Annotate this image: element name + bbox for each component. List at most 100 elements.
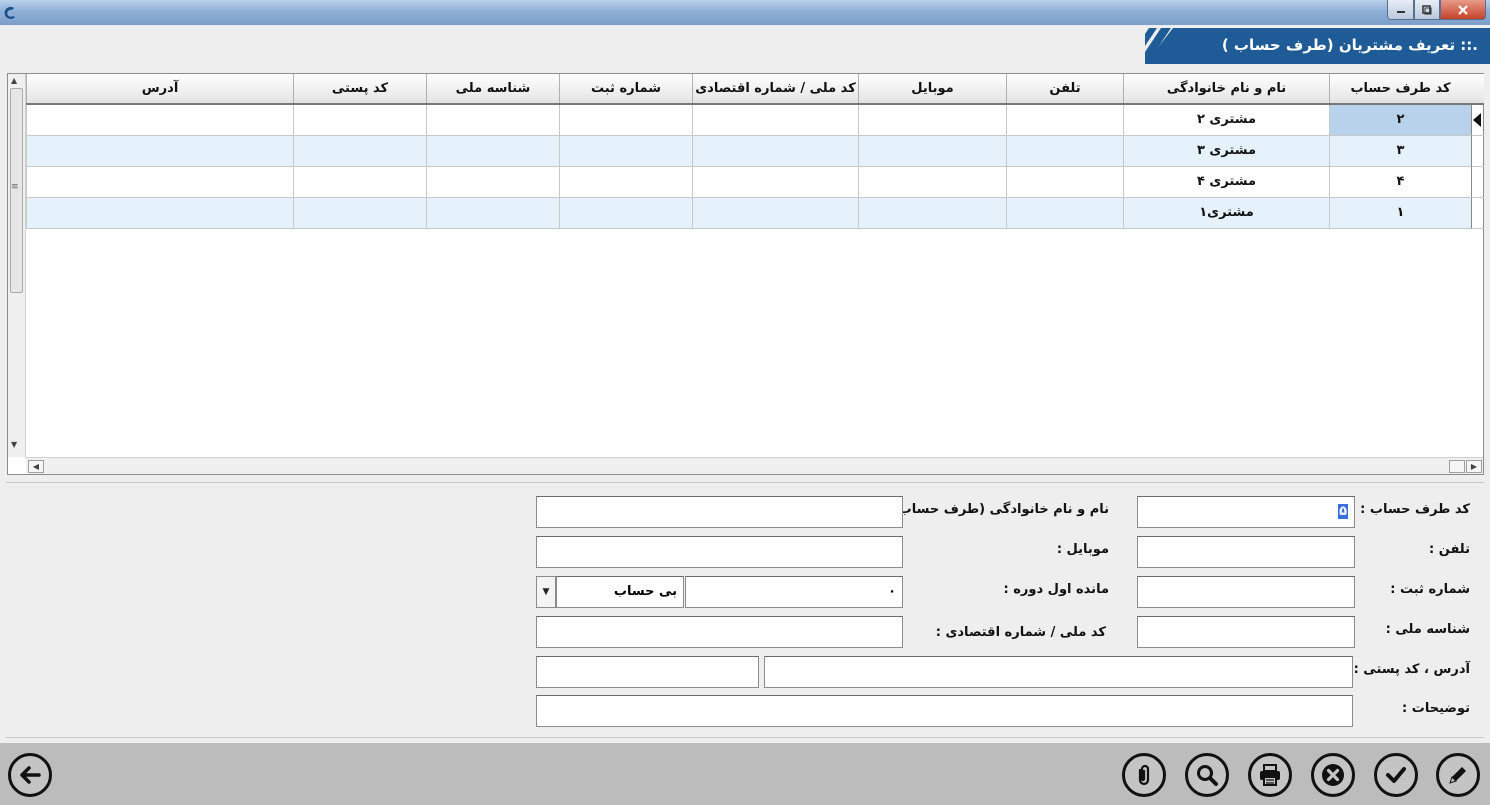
row-indicator-column (1471, 74, 1484, 229)
notes-field[interactable] (536, 695, 1353, 727)
window-controls (1387, 0, 1486, 20)
reg-no-field[interactable] (1137, 576, 1355, 608)
cell-name[interactable]: مشتری۱ (1123, 196, 1330, 229)
national-code-label: کد ملی / شماره اقتصادی : (935, 625, 1106, 640)
scroll-right-icon[interactable]: ▶ (1466, 460, 1482, 473)
cell-national-id[interactable] (426, 103, 560, 136)
cell-postal[interactable] (293, 134, 427, 167)
row-indicator-header (1471, 74, 1484, 105)
column-header[interactable]: تلفن (1006, 74, 1124, 105)
edit-icon[interactable] (1436, 753, 1480, 797)
page-title: .:: تعریف مشتریان (طرف حساب ) (1221, 36, 1478, 54)
cell-national-code[interactable] (692, 165, 859, 198)
attach-icon[interactable] (1122, 753, 1166, 797)
national-code-field[interactable] (536, 616, 903, 648)
balance-field[interactable]: ۰ (685, 576, 903, 608)
row-indicator[interactable] (1471, 167, 1484, 198)
cell-postal[interactable] (293, 196, 427, 229)
mobile-field[interactable] (536, 536, 903, 568)
column-header[interactable]: شناسه ملی (426, 74, 560, 105)
cell-phone[interactable] (1006, 165, 1124, 198)
search-icon[interactable] (1185, 753, 1229, 797)
name-field[interactable] (536, 496, 903, 528)
back-arrow-icon[interactable] (8, 753, 52, 797)
code-field[interactable]: ۵ (1137, 496, 1355, 528)
table-row[interactable]: ۱ مشتری۱ (26, 196, 1472, 229)
print-icon[interactable] (1248, 753, 1292, 797)
table-row[interactable]: ۲ مشتری ۲ (26, 103, 1472, 136)
cell-mobile[interactable] (858, 165, 1007, 198)
table-row[interactable]: ۴ مشتری ۴ (26, 165, 1472, 198)
column-header[interactable]: موبایل (858, 74, 1007, 105)
cell-reg-no[interactable] (559, 165, 693, 198)
scroll-down-icon[interactable]: ▼ (11, 440, 17, 449)
reg-no-label: شماره ثبت : (1390, 582, 1470, 597)
cell-mobile[interactable] (858, 103, 1007, 136)
cell-name[interactable]: مشتری ۲ (1123, 103, 1330, 136)
customers-table: کد طرف حساب نام و نام خانوادگی تلفن موبا… (26, 74, 1472, 229)
column-header[interactable]: کد طرف حساب (1329, 74, 1472, 105)
cancel-icon[interactable] (1311, 753, 1355, 797)
cell-postal[interactable] (293, 165, 427, 198)
row-indicator[interactable] (1471, 198, 1484, 229)
scroll-left-icon[interactable]: ◀ (28, 460, 44, 473)
national-id-field[interactable] (1137, 616, 1355, 648)
address-field[interactable] (764, 656, 1353, 688)
close-icon[interactable] (1440, 0, 1486, 20)
cell-mobile[interactable] (858, 196, 1007, 229)
page-header: .:: تعریف مشتریان (طرف حساب ) (0, 25, 1490, 67)
mobile-label: موبایل : (1056, 542, 1109, 557)
cell-code[interactable]: ۱ (1329, 196, 1472, 229)
row-indicator[interactable] (1471, 105, 1484, 136)
row-indicator[interactable] (1471, 136, 1484, 167)
postal-code-field[interactable] (536, 656, 759, 688)
balance-type-select[interactable]: بی حساب (556, 576, 684, 608)
cell-address[interactable] (26, 134, 294, 167)
phone-label: تلفن : (1429, 542, 1470, 557)
address-label: آدرس ، کد پستی : (1353, 662, 1470, 677)
current-row-arrow-icon (1473, 113, 1481, 127)
scroll-mid-button[interactable] (1449, 460, 1465, 473)
cell-address[interactable] (26, 103, 294, 136)
scroll-up-icon[interactable]: ▲ (11, 76, 17, 85)
cell-address[interactable] (26, 165, 294, 198)
cell-national-id[interactable] (426, 165, 560, 198)
cell-national-code[interactable] (692, 134, 859, 167)
column-header[interactable]: نام و نام خانوادگی (1123, 74, 1330, 105)
cell-name[interactable]: مشتری ۴ (1123, 165, 1330, 198)
chevron-down-icon[interactable]: ▼ (536, 576, 556, 608)
cell-national-code[interactable] (692, 196, 859, 229)
cell-code[interactable]: ۴ (1329, 165, 1472, 198)
column-header[interactable]: آدرس (26, 74, 294, 105)
horizontal-scrollbar[interactable]: ◀ ▶ (26, 457, 1483, 474)
cell-reg-no[interactable] (559, 196, 693, 229)
customers-grid[interactable]: ▲ ≡ ▼ کد طرف حساب نام و نام خانوادگی تلف… (7, 73, 1484, 475)
column-header[interactable]: شماره ثبت (559, 74, 693, 105)
cell-phone[interactable] (1006, 134, 1124, 167)
cell-reg-no[interactable] (559, 134, 693, 167)
cell-phone[interactable] (1006, 103, 1124, 136)
cell-phone[interactable] (1006, 196, 1124, 229)
confirm-icon[interactable] (1374, 753, 1418, 797)
cell-address[interactable] (26, 196, 294, 229)
cell-reg-no[interactable] (559, 103, 693, 136)
cell-postal[interactable] (293, 103, 427, 136)
cell-code[interactable]: ۳ (1329, 134, 1472, 167)
cell-name[interactable]: مشتری ۳ (1123, 134, 1330, 167)
minimize-icon[interactable] (1387, 0, 1414, 20)
cell-national-code[interactable] (692, 103, 859, 136)
cell-national-id[interactable] (426, 134, 560, 167)
column-header[interactable]: کد پستی (293, 74, 427, 105)
cell-mobile[interactable] (858, 134, 1007, 167)
balance-label: مانده اول دوره : (1003, 582, 1110, 597)
column-header[interactable]: کد ملی / شماره اقتصادی (692, 74, 859, 105)
table-row[interactable]: ۳ مشتری ۳ (26, 134, 1472, 167)
notes-label: توضیحات : (1402, 701, 1470, 716)
name-label: نام و نام خانوادگی (طرف حساب ) : (878, 502, 1109, 517)
customer-form: کد طرف حساب : ۵ نام و نام خانوادگی (طرف … (6, 482, 1484, 738)
cell-code[interactable]: ۲ (1329, 103, 1472, 136)
maximize-icon[interactable] (1414, 0, 1440, 20)
vertical-scrollbar[interactable]: ▲ ≡ ▼ (8, 74, 26, 457)
phone-field[interactable] (1137, 536, 1355, 568)
cell-national-id[interactable] (426, 196, 560, 229)
